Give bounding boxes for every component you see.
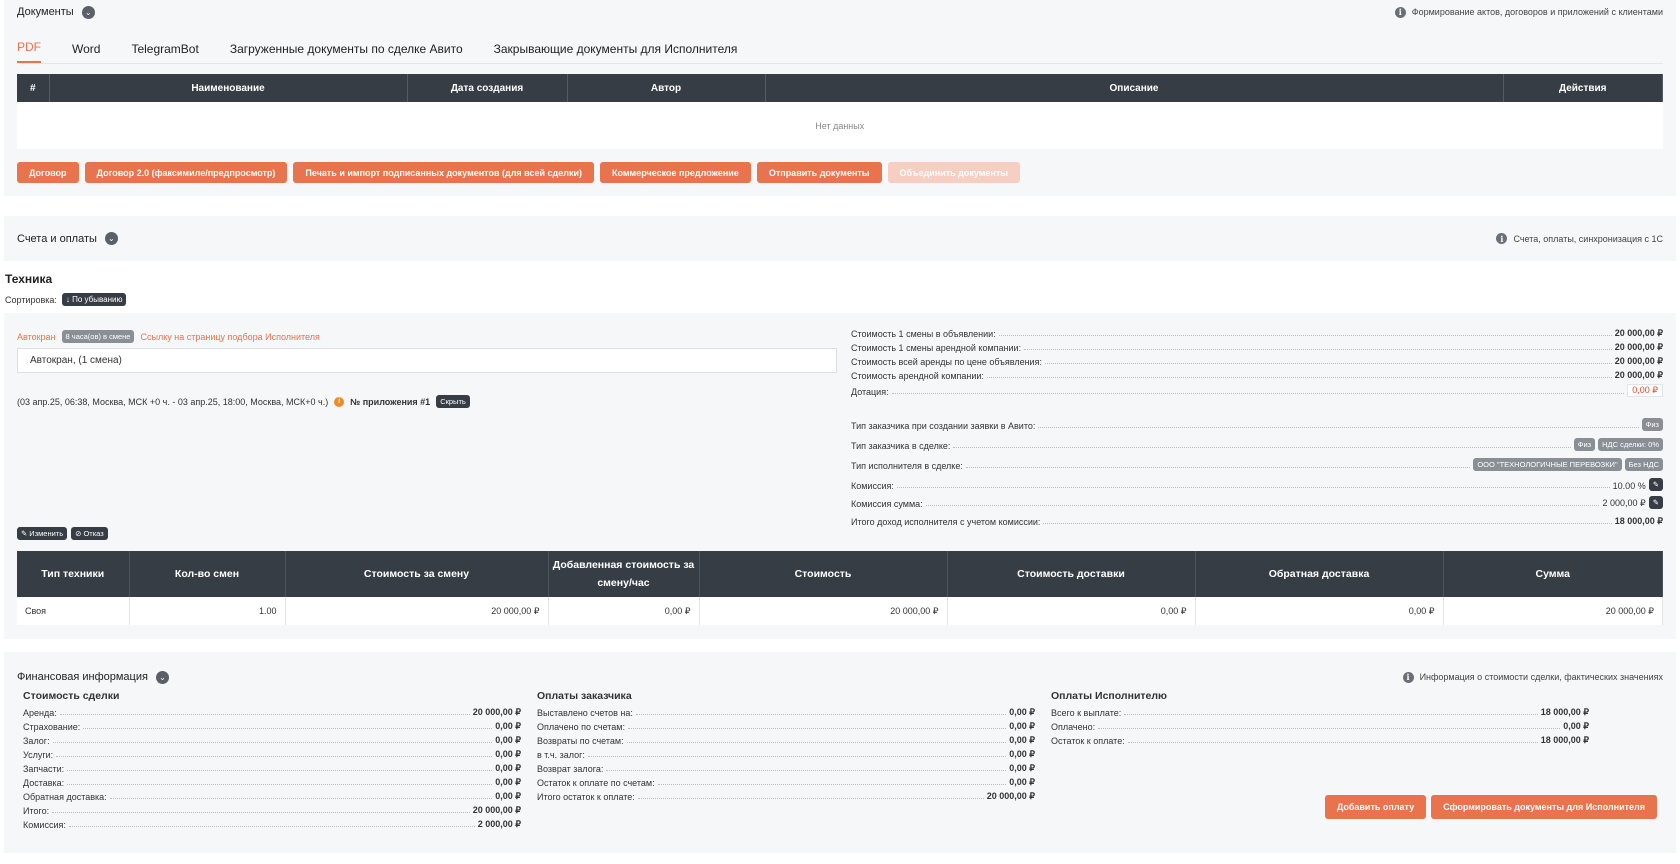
- finance-buttons: Добавить оплату Сформировать документы д…: [1324, 795, 1657, 819]
- info-warning-icon[interactable]: i: [334, 396, 345, 407]
- col-description[interactable]: Описание: [765, 74, 1504, 102]
- tech-item-name[interactable]: Автокран: [17, 332, 56, 342]
- documents-title[interactable]: Документы ⌄: [17, 5, 95, 19]
- executor-company-badge: ООО "ТЕХНОЛОГИЧНЫЕ ПЕРЕВОЗКИ": [1473, 458, 1622, 471]
- col-shift-cost[interactable]: Стоимость за смену: [285, 551, 549, 597]
- customer-type-deal-row: Тип заказчика в сделке: Физ НДС сделки: …: [851, 435, 1663, 451]
- period-line: (03 апр.25, 06:38, Москва, МСК +0 ч. - 0…: [17, 395, 837, 408]
- pencil-icon: ✎: [21, 529, 28, 538]
- tab-word[interactable]: Word: [72, 42, 100, 63]
- cost-row: Стоимость арендной компании: 20 000,00 ₽: [851, 370, 1663, 381]
- col-added-cost[interactable]: Добавленная стоимость за смену/час: [548, 551, 700, 597]
- finance-info: i Информация о стоимости сделки, фактиче…: [1402, 671, 1663, 683]
- invoices-title[interactable]: Счета и оплаты ⌄: [17, 232, 118, 245]
- generate-executor-documents-button[interactable]: Сформировать документы для Исполнителя: [1431, 795, 1657, 819]
- documents-table: # Наименование Дата создания Автор Описа…: [17, 74, 1663, 149]
- documents-buttons: Договор Договор 2.0 (факсимиле/предпросм…: [4, 149, 1676, 183]
- col-shifts[interactable]: Кол-во смен: [129, 551, 286, 597]
- finance-header: Финансовая информация ⌄ i Информация о с…: [4, 652, 1676, 688]
- customer-type-badge: Физ: [1641, 418, 1663, 431]
- vat-badge: НДС сделки: 0%: [1598, 438, 1663, 451]
- commission-row: Комиссия: 10.00 % ✎: [851, 475, 1663, 491]
- subsidy-row: Дотация: 0,00 ₽: [851, 381, 1663, 397]
- col-author[interactable]: Автор: [567, 74, 766, 102]
- col-tech-type[interactable]: Тип техники: [17, 551, 130, 597]
- tech-input[interactable]: Автокран, (1 смена): [17, 348, 837, 373]
- documents-tabs: PDF Word TelegramBot Загруженные докумен…: [17, 36, 1663, 64]
- invoices-info: i Счета, оплаты, синхронизация с 1С: [1496, 233, 1663, 244]
- contract-2-button[interactable]: Договор 2.0 (факсимиле/предпросмотр): [84, 162, 288, 183]
- documents-header: Документы ⌄ i Формирование актов, догово…: [4, 0, 1676, 24]
- hours-badge: 8 часа(ов) в смене: [61, 330, 135, 343]
- executor-selection-link[interactable]: Ссылку на страницу подбора Исполнителя: [140, 332, 319, 342]
- finance-panel: Финансовая информация ⌄ i Информация о с…: [4, 652, 1676, 853]
- print-import-button[interactable]: Печать и импорт подписанных документов (…: [293, 162, 594, 183]
- col-number[interactable]: #: [17, 74, 50, 102]
- cost-row: Стоимость 1 смены в объявлении: 20 000,00…: [851, 328, 1663, 339]
- executor-type-row: Тип исполнителя в сделке: ООО "ТЕХНОЛОГИ…: [851, 455, 1663, 471]
- subsidy-input[interactable]: 0,00 ₽: [1627, 384, 1663, 397]
- cancel-icon: ⊘: [75, 529, 82, 538]
- tab-telegrambot[interactable]: TelegramBot: [131, 42, 198, 63]
- hide-button[interactable]: Скрыть: [436, 395, 470, 408]
- total-income-row: Итого доход исполнителя с учетом комисси…: [851, 516, 1663, 527]
- documents-panel: Документы ⌄ i Формирование актов, догово…: [4, 0, 1676, 196]
- customer-payments-column: Оплаты заказчика Выставлено счетов на: 0,…: [537, 690, 1035, 802]
- info-icon: i: [1402, 671, 1414, 683]
- tech-costs: Стоимость 1 смены в объявлении: 20 000,00…: [837, 325, 1663, 540]
- no-vat-badge: Без НДС: [1624, 458, 1663, 471]
- invoices-header: Счета и оплаты ⌄ i Счета, оплаты, синхро…: [4, 227, 1676, 251]
- commercial-offer-button[interactable]: Коммерческое предложение: [600, 162, 751, 183]
- merge-documents-button: Объединить документы: [887, 162, 1020, 183]
- cost-row: Стоимость 1 смены арендной компании: 20 0…: [851, 342, 1663, 353]
- chevron-down-icon[interactable]: ⌄: [81, 5, 95, 19]
- commission-sum-row: Комиссия сумма: 2 000,00 ₽ ✎: [851, 493, 1663, 509]
- col-sum[interactable]: Сумма: [1443, 551, 1663, 597]
- col-created[interactable]: Дата создания: [407, 74, 568, 102]
- cost-row: Стоимость всей аренды по цене объявления…: [851, 356, 1663, 367]
- tech-title: Техника: [5, 272, 53, 286]
- tech-table: Тип техники Кол-во смен Стоимость за сме…: [17, 551, 1663, 625]
- chevron-down-icon[interactable]: ⌄: [155, 670, 169, 684]
- finance-title[interactable]: Финансовая информация ⌄: [17, 670, 169, 684]
- sort-order-button[interactable]: ↓ По убыванию: [61, 293, 127, 306]
- customer-type-badge: Физ: [1573, 438, 1596, 451]
- col-name[interactable]: Наименование: [49, 74, 408, 102]
- send-documents-button[interactable]: Отправить документы: [756, 162, 882, 183]
- deal-cost-column: Стоимость сделки Аренда: 20 000,00 ₽ Стра…: [23, 690, 521, 830]
- documents-info: i Формирование актов, договоров и прилож…: [1394, 6, 1663, 18]
- edit-commission-sum-icon[interactable]: ✎: [1648, 496, 1663, 509]
- tech-panel: Автокран 8 часа(ов) в смене Ссылку на ст…: [4, 313, 1676, 639]
- tab-avito-documents[interactable]: Загруженные документы по сделке Авито: [230, 42, 463, 63]
- tab-pdf[interactable]: PDF: [17, 40, 41, 63]
- info-icon: i: [1394, 6, 1406, 18]
- empty-text: Нет данных: [17, 102, 1663, 149]
- edit-button[interactable]: ✎ Изменить: [17, 527, 68, 540]
- invoices-panel: Счета и оплаты ⌄ i Счета, оплаты, синхро…: [4, 216, 1676, 261]
- chevron-down-icon[interactable]: ⌄: [104, 232, 118, 245]
- edit-commission-icon[interactable]: ✎: [1648, 478, 1663, 491]
- customer-type-avito-row: Тип заказчика при создании заявки в Авит…: [851, 415, 1663, 431]
- contract-button[interactable]: Договор: [17, 162, 79, 183]
- col-delivery[interactable]: Стоимость доставки: [947, 551, 1196, 597]
- sort-line: Сортировка: ↓ По убыванию: [0, 286, 1680, 313]
- refuse-button[interactable]: ⊘ Отказ: [71, 527, 108, 540]
- col-return-delivery[interactable]: Обратная доставка: [1195, 551, 1444, 597]
- info-icon: i: [1496, 233, 1508, 244]
- tech-left: Автокран 8 часа(ов) в смене Ссылку на ст…: [17, 325, 837, 540]
- add-payment-button[interactable]: Добавить оплату: [1324, 795, 1427, 819]
- table-row: Своя 1.00 20 000,00 ₽ 0,00 ₽ 20 000,00 ₽…: [17, 597, 1663, 625]
- col-actions: Действия: [1503, 74, 1663, 102]
- col-cost[interactable]: Стоимость: [699, 551, 948, 597]
- tab-closing-documents[interactable]: Закрывающие документы для Исполнителя: [494, 42, 738, 63]
